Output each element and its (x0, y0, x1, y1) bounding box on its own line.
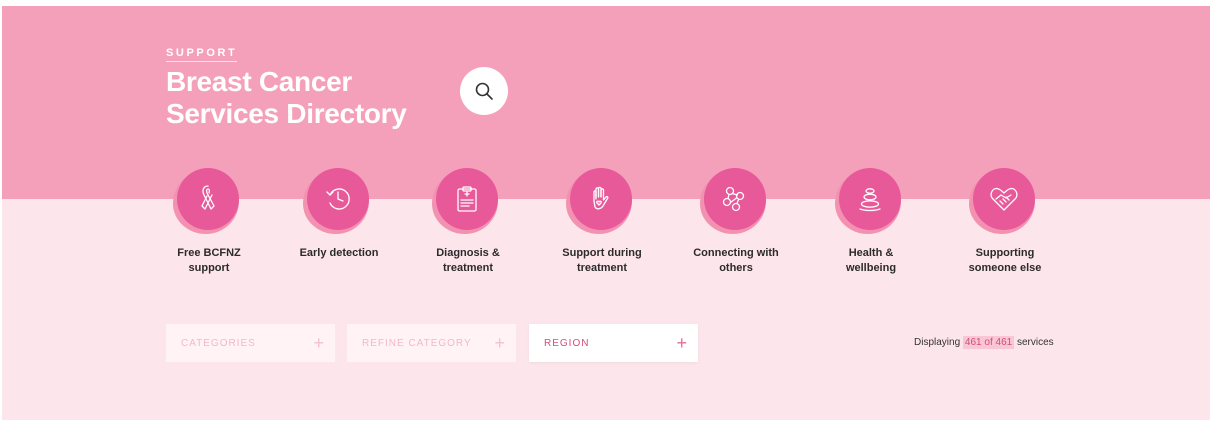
section-eyebrow: SUPPORT (166, 47, 238, 62)
results-count: Displaying 461 of 461 services (914, 336, 1054, 349)
hand-heart-icon (593, 186, 609, 210)
plus-icon: + (313, 333, 324, 353)
category-label-line-1: Diagnosis & (436, 247, 500, 259)
category-supporting-someone-else[interactable]: Supporting someone else (935, 168, 1075, 288)
categories-filter-dropdown[interactable]: CATEGORIES + (166, 324, 335, 362)
category-diagnosis-treatment[interactable]: Diagnosis & treatment (398, 168, 538, 288)
category-connecting-with-others[interactable]: Connecting with others (666, 168, 806, 288)
results-count-badge: 461 of 461 (962, 336, 1015, 349)
plus-icon: + (676, 333, 687, 353)
category-label-line-1: Supporting (975, 247, 1035, 259)
page-title-line-1: Breast Cancer (166, 66, 352, 97)
filter-label: REGION (544, 337, 590, 349)
results-prefix: Displaying (914, 337, 961, 348)
page-title: Breast Cancer Services Directory (166, 66, 407, 130)
category-label-line-1: Connecting with (693, 247, 779, 259)
category-early-detection[interactable]: Early detection (269, 168, 409, 288)
handshake-heart-icon (990, 187, 1018, 211)
category-label-line-1: Early detection (299, 247, 379, 259)
category-health-wellbeing[interactable]: Health & wellbeing (801, 168, 941, 288)
clock-icon (326, 188, 350, 210)
category-label-line-2: someone else (968, 262, 1042, 274)
category-label-line-1: Support during (562, 247, 642, 259)
search-icon (475, 82, 493, 100)
category-label-line-2: treatment (442, 262, 494, 274)
category-label-line-1: Health & (848, 247, 894, 259)
results-suffix: services (1016, 337, 1054, 348)
category-label-line-2: others (719, 262, 753, 274)
search-button[interactable] (460, 67, 508, 115)
category-free-bcfnz-support[interactable]: Free BCFNZ support (139, 168, 279, 288)
category-label-line-2: wellbeing (845, 262, 897, 274)
page-title-line-2: Services Directory (166, 98, 407, 129)
plus-icon: + (494, 333, 505, 353)
clipboard-icon (457, 186, 477, 212)
category-label-line-2: treatment (576, 262, 628, 274)
stones-icon (859, 188, 881, 212)
ribbon-icon (201, 185, 215, 210)
network-icon (722, 186, 745, 212)
filter-label: REFINE CATEGORY (362, 337, 472, 349)
refine-category-filter-dropdown[interactable]: REFINE CATEGORY + (347, 324, 516, 362)
category-label-line-2: support (188, 262, 230, 274)
filter-label: CATEGORIES (181, 337, 256, 349)
directory-page: SUPPORT Breast Cancer Services Directory… (2, 6, 1210, 420)
region-filter-dropdown[interactable]: REGION + (529, 324, 698, 362)
category-label-line-1: Free BCFNZ (177, 247, 241, 259)
category-support-during-treatment[interactable]: Support during treatment (532, 168, 672, 288)
